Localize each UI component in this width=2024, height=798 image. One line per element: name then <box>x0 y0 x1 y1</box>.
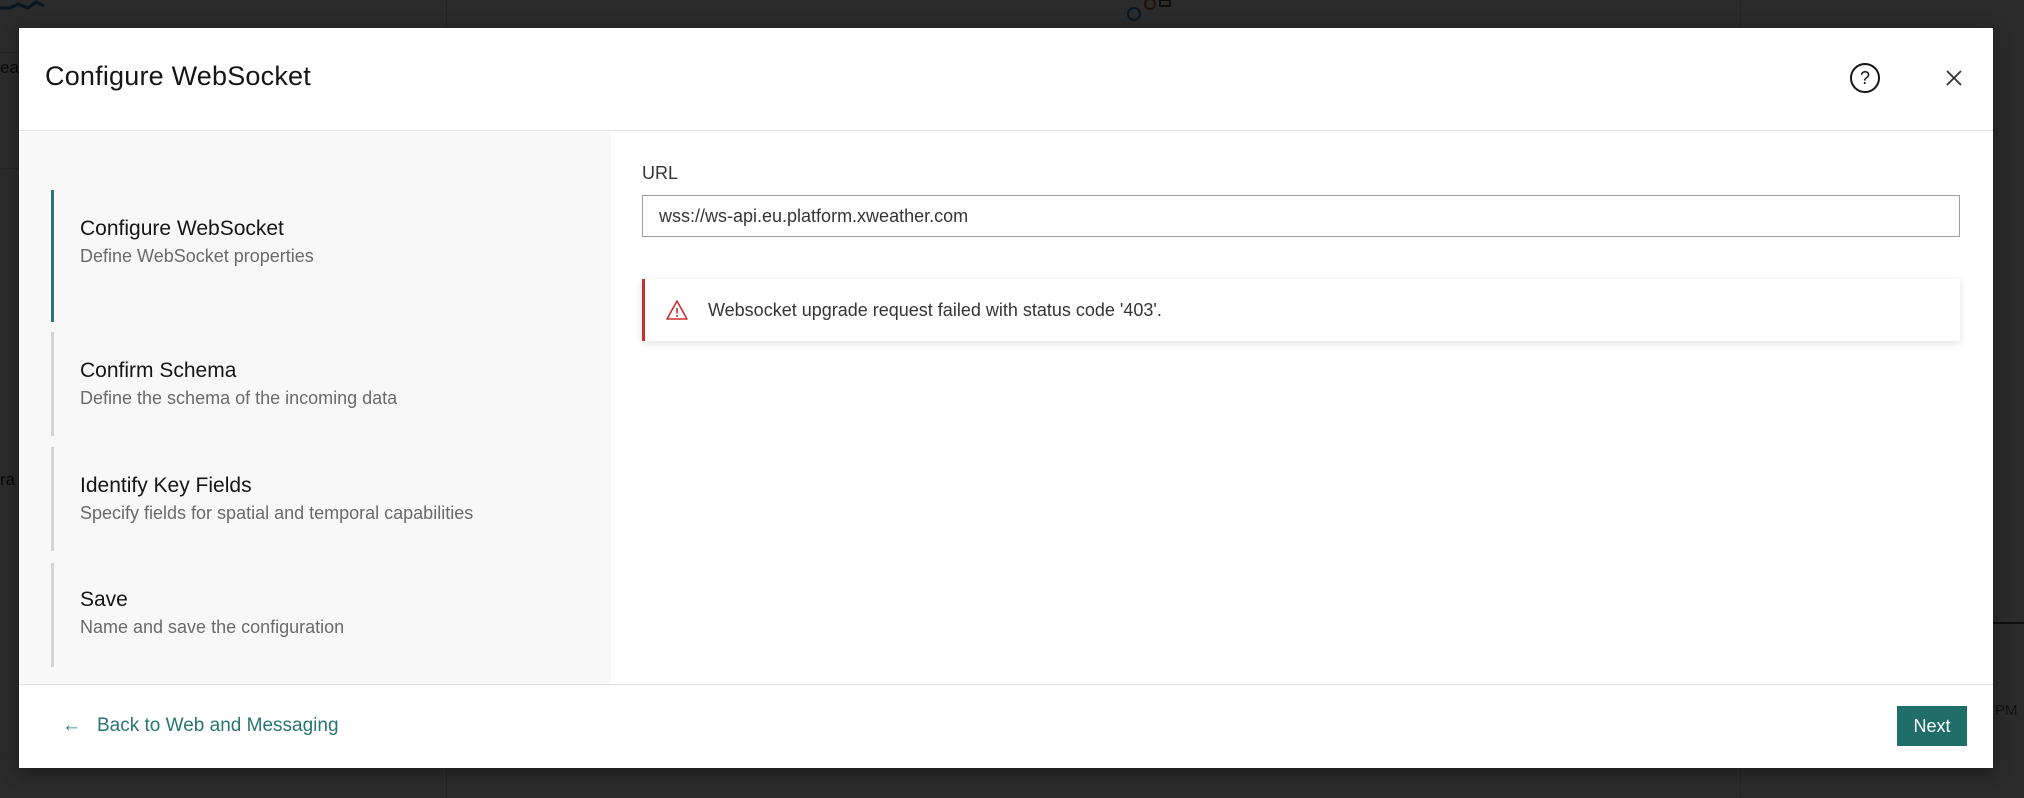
dialog-footer: ← Back to Web and Messaging Next <box>19 684 1993 768</box>
dialog-title: Configure WebSocket <box>45 61 311 91</box>
step-configure-websocket[interactable]: Configure WebSocket Define WebSocket pro… <box>51 190 591 322</box>
arrow-left-icon: ← <box>62 715 81 736</box>
step-title: Save <box>80 588 128 611</box>
back-link[interactable]: ← Back to Web and Messaging <box>62 715 339 737</box>
step-description: Name and save the configuration <box>80 617 345 637</box>
wizard-steps-sidebar: Configure WebSocket Define WebSocket pro… <box>19 132 611 684</box>
dialog-header: Configure WebSocket ? <box>19 28 1993 131</box>
step-description: Specify fields for spatial and temporal … <box>80 503 474 523</box>
close-icon[interactable] <box>1939 63 1969 93</box>
step-confirm-schema[interactable]: Confirm Schema Define the schema of the … <box>51 332 591 436</box>
error-message: Websocket upgrade request failed with st… <box>708 299 1162 320</box>
url-input[interactable] <box>642 195 1960 237</box>
step-title: Configure WebSocket <box>80 217 284 240</box>
next-button[interactable]: Next <box>1897 706 1967 746</box>
step-title: Confirm Schema <box>80 359 237 382</box>
step-identify-key-fields[interactable]: Identify Key Fields Specify fields for s… <box>51 447 591 551</box>
help-glyph: ? <box>1859 67 1870 88</box>
configure-websocket-dialog: Configure WebSocket ? Configure WebSocke… <box>19 28 1993 768</box>
warning-triangle-icon <box>666 300 688 320</box>
url-label: URL <box>642 163 679 183</box>
back-link-label: Back to Web and Messaging <box>97 715 339 736</box>
error-notice: Websocket upgrade request failed with st… <box>642 279 1960 341</box>
help-icon[interactable]: ? <box>1850 63 1880 93</box>
configure-panel: URL Websocket upgrade request failed wit… <box>611 132 1993 684</box>
step-title: Identify Key Fields <box>80 474 252 497</box>
step-description: Define the schema of the incoming data <box>80 388 398 408</box>
step-save[interactable]: Save Name and save the configuration <box>51 563 591 667</box>
step-description: Define WebSocket properties <box>80 246 314 266</box>
